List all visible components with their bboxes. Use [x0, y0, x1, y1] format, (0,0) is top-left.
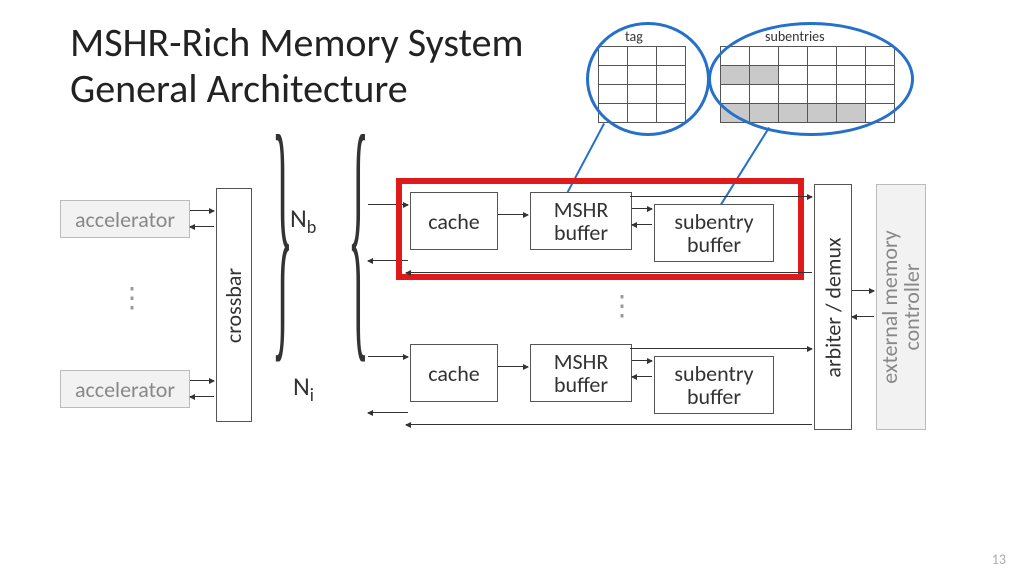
crossbar-label: crossbar	[221, 267, 248, 342]
red-highlight	[396, 178, 804, 280]
arrow	[406, 272, 812, 273]
subentry-buffer-bottom: subentry buffer	[654, 356, 774, 414]
arrow	[368, 412, 408, 413]
subentries-ellipse	[708, 22, 914, 136]
arrow	[368, 356, 408, 357]
accelerator-dots: ⋮	[118, 280, 150, 315]
tag-ellipse	[586, 22, 710, 136]
cache-bottom: cache	[410, 344, 498, 402]
arrow	[498, 366, 528, 367]
arrow	[852, 316, 874, 317]
brace-left: {	[348, 75, 369, 393]
accelerator-top: accelerator	[60, 200, 190, 238]
accelerator-bottom: accelerator	[60, 370, 190, 408]
arrow	[630, 348, 812, 349]
external-memory-controller-label: external memory controller	[879, 230, 923, 384]
arrow	[632, 376, 652, 377]
arbiter-demux-label: arbiter / demux	[820, 237, 847, 377]
arrow	[190, 396, 214, 397]
slide-title: MSHR-Rich Memory System General Architec…	[70, 20, 523, 112]
external-memory-controller-box: external memory controller	[876, 184, 926, 430]
arbiter-demux-box: arbiter / demux	[814, 184, 852, 430]
page-number: 13	[992, 551, 1006, 568]
bank-dots: ⋮	[608, 288, 640, 323]
mshr-buffer-bottom: MSHR buffer	[530, 344, 632, 402]
title-line-1: MSHR-Rich Memory System	[70, 18, 523, 67]
arrow	[632, 360, 652, 361]
arrow	[852, 290, 874, 291]
arrow	[190, 380, 214, 381]
arrow	[190, 226, 214, 227]
arrow	[406, 424, 812, 425]
arrow	[630, 196, 812, 197]
arrow	[190, 210, 214, 211]
crossbar-box: crossbar	[216, 188, 252, 422]
n-b-label: Nb	[290, 202, 316, 238]
n-i-label: Ni	[293, 370, 314, 406]
